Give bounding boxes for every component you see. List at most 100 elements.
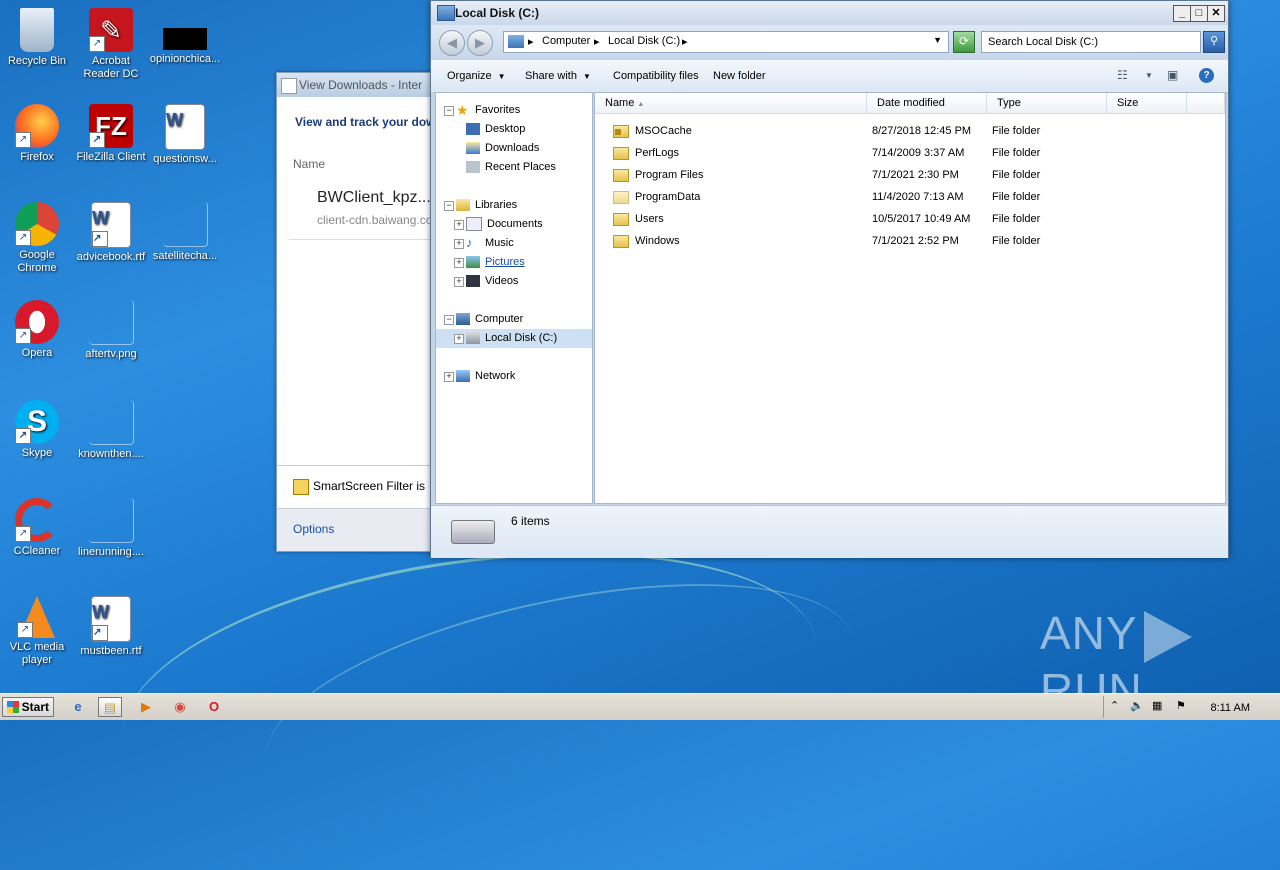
explorer-window[interactable]: Local Disk (C:) _ □ ✕ ◀ ▶ ▸ Computer ▸ L… bbox=[430, 0, 1229, 558]
desktop-icon-skype[interactable]: S ↗ Skype bbox=[0, 400, 74, 460]
table-row[interactable]: Windows 7/1/2021 2:52 PM File folder bbox=[595, 230, 1225, 252]
opera-icon[interactable]: O bbox=[202, 697, 226, 717]
action-center-flag-icon[interactable]: ⚑ bbox=[1176, 699, 1186, 712]
network-tray-icon[interactable]: ▦ bbox=[1152, 699, 1162, 712]
downloads-folder-icon bbox=[466, 142, 480, 155]
shortcut-arrow-icon: ↗ bbox=[15, 132, 31, 148]
nav-downloads[interactable]: Downloads bbox=[466, 139, 539, 157]
shortcut-arrow-icon: ↗ bbox=[92, 231, 108, 247]
column-name-header[interactable]: Name ▲ bbox=[595, 93, 867, 113]
desktop-icon-filezilla[interactable]: FZ ↗ FileZilla Client bbox=[74, 104, 148, 164]
expand-toggle[interactable]: + bbox=[454, 239, 464, 249]
nav-videos[interactable]: Videos bbox=[466, 272, 518, 290]
chevron-down-icon[interactable]: ▼ bbox=[1145, 71, 1153, 80]
forward-button[interactable]: ▶ bbox=[467, 30, 493, 56]
column-date-header[interactable]: Date modified bbox=[867, 93, 987, 113]
desktop-icon-linerunning[interactable]: linerunning.... bbox=[74, 498, 148, 559]
nav-documents[interactable]: Documents bbox=[466, 215, 543, 233]
filezilla-icon: FZ ↗ bbox=[89, 104, 133, 148]
preview-pane-icon[interactable]: ▣ bbox=[1167, 68, 1178, 82]
view-downloads-window[interactable]: View Downloads - Inter View and track yo… bbox=[276, 72, 448, 552]
breadcrumb-computer[interactable]: Computer bbox=[542, 35, 590, 47]
search-input[interactable]: Search Local Disk (C:) bbox=[981, 31, 1201, 53]
table-row[interactable]: Program Files 7/1/2021 2:30 PM File fold… bbox=[595, 164, 1225, 186]
expand-toggle[interactable]: + bbox=[454, 334, 464, 344]
sort-ascending-icon: ▲ bbox=[637, 101, 645, 108]
vlc-cone-icon: ↗ bbox=[17, 596, 55, 638]
desktop-icon-ccleaner[interactable]: ↗ CCleaner bbox=[0, 498, 74, 558]
change-view-icon[interactable]: ☷ bbox=[1117, 68, 1128, 82]
media-player-icon[interactable]: ▶ bbox=[134, 697, 158, 717]
breadcrumb-separator-icon[interactable]: ▸ bbox=[682, 35, 688, 48]
new-folder-button[interactable]: New folder bbox=[713, 70, 766, 82]
minimize-button[interactable]: _ bbox=[1173, 5, 1191, 22]
expand-toggle[interactable]: + bbox=[444, 372, 454, 382]
close-button[interactable]: ✕ bbox=[1207, 5, 1225, 22]
desktop-icon-aftertv[interactable]: aftertv.png bbox=[74, 300, 148, 361]
breadcrumb-local-disk[interactable]: Local Disk (C:) bbox=[608, 35, 680, 47]
share-with-button[interactable]: Share with ▼ bbox=[525, 70, 591, 82]
nav-favorites[interactable]: ★ Favorites bbox=[456, 101, 520, 119]
address-dropdown-icon[interactable]: ▼ bbox=[933, 35, 942, 45]
nav-libraries[interactable]: Libraries bbox=[456, 196, 517, 214]
back-button[interactable]: ◀ bbox=[439, 30, 465, 56]
help-icon[interactable]: ? bbox=[1199, 68, 1214, 83]
volume-icon[interactable]: 🔈 bbox=[1130, 699, 1144, 712]
desktop-icon-mustbeen[interactable]: W ↗ mustbeen.rtf bbox=[74, 596, 148, 658]
download-file-name[interactable]: BWClient_kpz... bbox=[317, 189, 431, 207]
desktop-icon-opera[interactable]: ↗ Opera bbox=[0, 300, 74, 360]
breadcrumb-separator-icon[interactable]: ▸ bbox=[528, 35, 534, 48]
collapse-toggle[interactable]: − bbox=[444, 106, 454, 116]
desktop-icon-acrobat[interactable]: ✎ ↗ Acrobat Reader DC bbox=[74, 8, 148, 81]
computer-icon bbox=[508, 35, 524, 48]
options-link[interactable]: Options bbox=[293, 522, 334, 536]
address-bar[interactable]: ▸ Computer ▸ Local Disk (C:) ▸ ▼ bbox=[503, 31, 949, 53]
chrome-icon[interactable]: ◉ bbox=[168, 697, 192, 717]
expand-toggle[interactable]: + bbox=[454, 220, 464, 230]
breadcrumb-separator-icon[interactable]: ▸ bbox=[594, 35, 600, 48]
nav-music[interactable]: ♪ Music bbox=[466, 234, 514, 252]
folder-icon bbox=[613, 234, 629, 248]
nav-local-disk[interactable]: Local Disk (C:) bbox=[466, 329, 557, 347]
nav-network[interactable]: Network bbox=[456, 367, 515, 385]
search-icon[interactable]: ⚲ bbox=[1203, 31, 1225, 53]
desktop-icon-questionsw[interactable]: W questionsw... bbox=[148, 104, 222, 166]
desktop-icon-chrome[interactable]: ↗ Google Chrome bbox=[0, 202, 74, 275]
shortcut-arrow-icon: ↗ bbox=[15, 328, 31, 344]
libraries-icon bbox=[456, 199, 470, 212]
column-size-header[interactable]: Size bbox=[1107, 93, 1187, 113]
table-row[interactable]: Users 10/5/2017 10:49 AM File folder bbox=[595, 208, 1225, 230]
nav-pictures[interactable]: Pictures bbox=[466, 253, 525, 271]
downloads-titlebar[interactable]: View Downloads - Inter bbox=[277, 73, 447, 97]
compatibility-files-button[interactable]: Compatibility files bbox=[613, 70, 699, 82]
desktop-icon-recycle-bin[interactable]: Recycle Bin bbox=[0, 8, 74, 68]
desktop-icon-opinionchica[interactable]: opinionchica... bbox=[148, 8, 222, 66]
explorer-titlebar[interactable]: Local Disk (C:) _ □ ✕ bbox=[431, 1, 1228, 25]
table-row[interactable]: MSOCache 8/27/2018 12:45 PM File folder bbox=[595, 120, 1225, 142]
internet-explorer-icon[interactable]: e bbox=[66, 697, 90, 717]
organize-button[interactable]: Organize ▼ bbox=[447, 70, 506, 82]
show-hidden-icons-icon[interactable]: ⌃ bbox=[1110, 699, 1119, 712]
desktop-icon-satellitecha[interactable]: satellitecha... bbox=[148, 202, 222, 263]
desktop-icon-firefox[interactable]: ↗ Firefox bbox=[0, 104, 74, 164]
start-button[interactable]: Start bbox=[2, 697, 54, 717]
collapse-toggle[interactable]: − bbox=[444, 315, 454, 325]
desktop-icon-knownthen[interactable]: knownthen.... bbox=[74, 400, 148, 461]
refresh-button[interactable]: ⟳ bbox=[953, 31, 975, 53]
table-row[interactable]: ProgramData 11/4/2020 7:13 AM File folde… bbox=[595, 186, 1225, 208]
nav-desktop[interactable]: Desktop bbox=[466, 120, 525, 138]
downloads-column-name[interactable]: Name bbox=[293, 157, 325, 171]
maximize-button[interactable]: □ bbox=[1190, 5, 1208, 22]
table-row[interactable]: PerfLogs 7/14/2009 3:37 AM File folder bbox=[595, 142, 1225, 164]
collapse-toggle[interactable]: − bbox=[444, 201, 454, 211]
file-icon bbox=[88, 400, 134, 445]
expand-toggle[interactable]: + bbox=[454, 258, 464, 268]
desktop-icon-advicebook[interactable]: W ↗ advicebook.rtf bbox=[74, 202, 148, 264]
expand-toggle[interactable]: + bbox=[454, 277, 464, 287]
explorer-folder-icon[interactable]: ▤ bbox=[98, 697, 122, 717]
desktop-icon-vlc[interactable]: ↗ VLC media player bbox=[0, 596, 74, 667]
nav-computer[interactable]: Computer bbox=[456, 310, 523, 328]
column-type-header[interactable]: Type bbox=[987, 93, 1107, 113]
nav-recent-places[interactable]: Recent Places bbox=[466, 158, 556, 176]
clock[interactable]: 8:11 AM bbox=[1210, 702, 1250, 714]
